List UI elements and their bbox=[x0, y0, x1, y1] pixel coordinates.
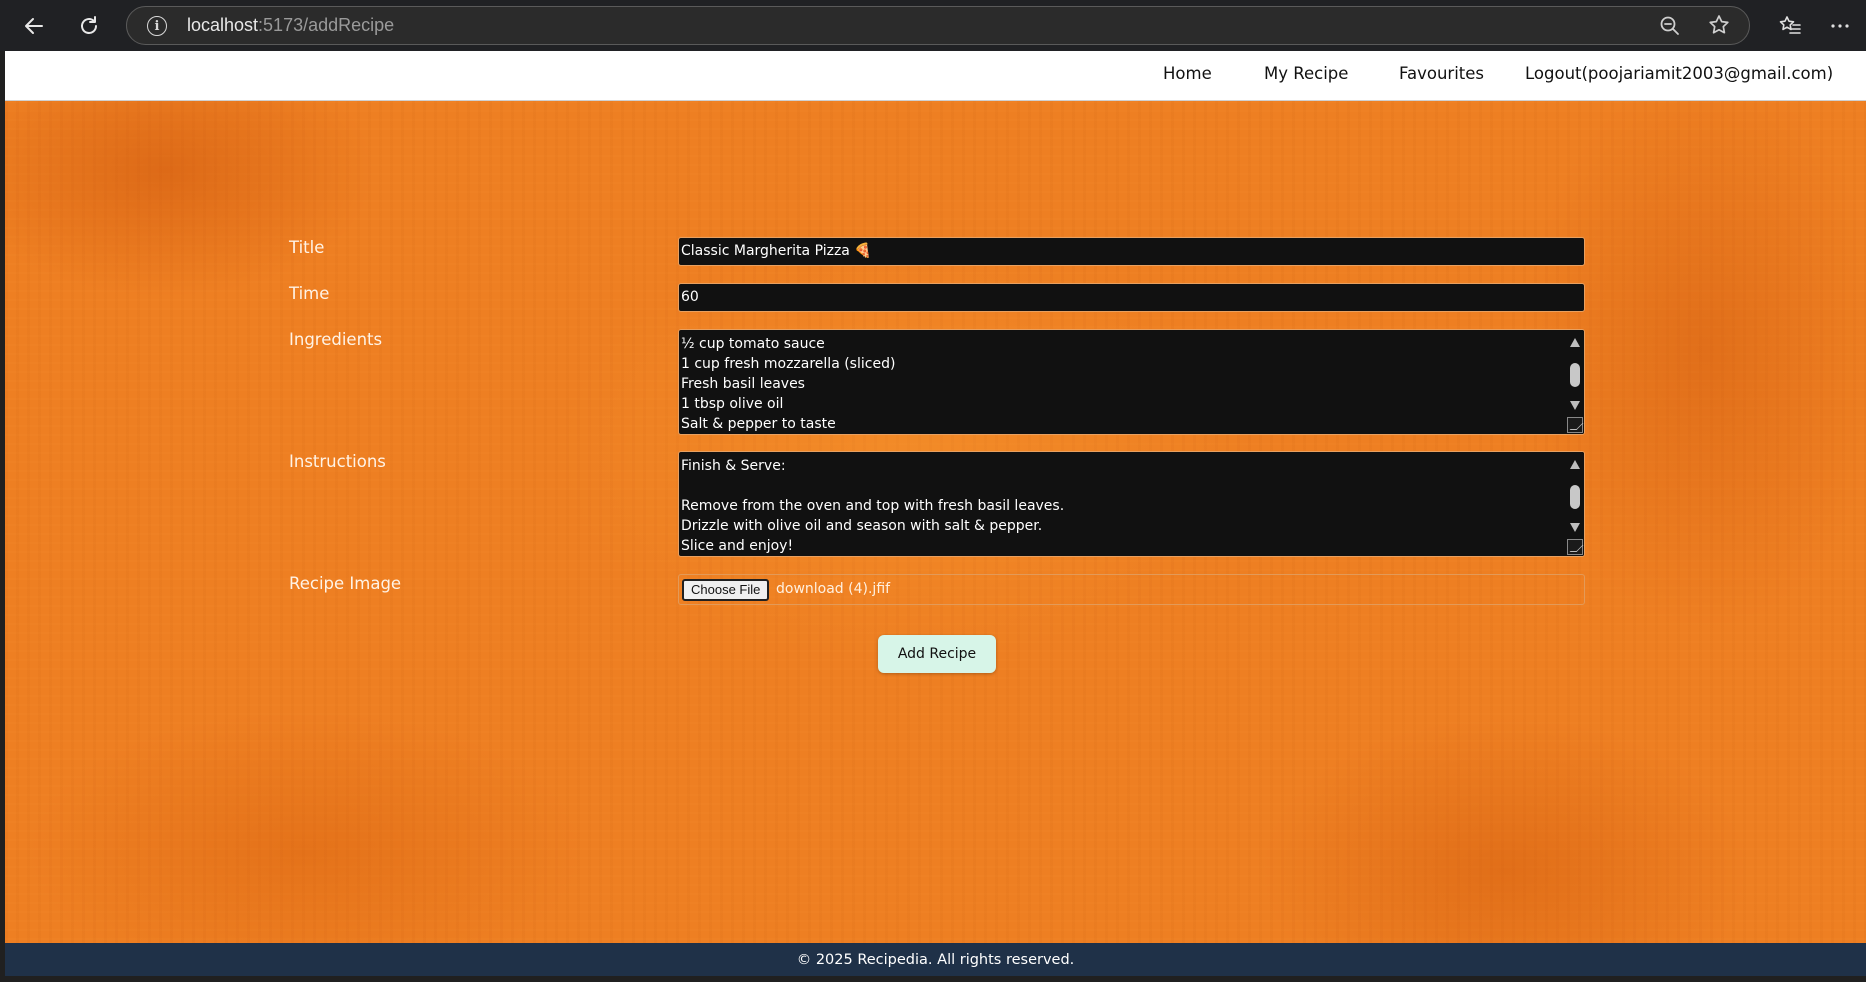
ingredient-line: 1 tbsp olive oil bbox=[681, 396, 784, 412]
resize-handle-icon[interactable] bbox=[1567, 417, 1583, 433]
nav-logout-link[interactable]: Logout(poojariamit2003@gmail.com) bbox=[1525, 64, 1833, 83]
title-input[interactable]: Classic Margherita Pizza 🍕 bbox=[678, 237, 1585, 266]
page-viewport: Home My Recipe Favourites Logout(poojari… bbox=[5, 51, 1866, 976]
ingredient-line: Salt & pepper to taste bbox=[681, 416, 836, 432]
resize-handle-icon[interactable] bbox=[1567, 539, 1583, 555]
more-icon[interactable] bbox=[1822, 8, 1858, 44]
reload-icon[interactable] bbox=[71, 8, 107, 44]
ingredients-label: Ingredients bbox=[289, 330, 383, 349]
url-text[interactable]: localhost:5173/addRecipe bbox=[187, 15, 394, 36]
title-label: Title bbox=[289, 238, 325, 257]
nav-home-link[interactable]: Home bbox=[1163, 64, 1212, 83]
favorites-icon[interactable] bbox=[1772, 8, 1808, 44]
instruction-line: Drizzle with olive oil and season with s… bbox=[681, 518, 1043, 534]
browser-toolbar: i localhost:5173/addRecipe bbox=[0, 0, 1866, 51]
choose-file-button[interactable]: Choose File bbox=[682, 579, 770, 601]
instructions-textarea[interactable]: Finish & Serve: Remove from the oven and… bbox=[678, 451, 1585, 557]
time-input[interactable]: 60 bbox=[678, 283, 1585, 312]
scroll-thumb[interactable] bbox=[1570, 363, 1580, 387]
scroll-thumb[interactable] bbox=[1570, 485, 1580, 509]
top-navbar: Home My Recipe Favourites Logout(poojari… bbox=[5, 51, 1866, 101]
instruction-line bbox=[681, 476, 1582, 496]
instructions-label: Instructions bbox=[289, 452, 386, 471]
ingredient-line: ½ cup tomato sauce bbox=[681, 336, 825, 352]
nav-my-recipe-link[interactable]: My Recipe bbox=[1264, 64, 1348, 83]
ingredient-line: 1 cup fresh mozzarella (sliced) bbox=[681, 356, 896, 372]
page-footer: © 2025 Recipedia. All rights reserved. bbox=[5, 943, 1866, 976]
time-label: Time bbox=[289, 284, 330, 303]
instruction-line: Remove from the oven and top with fresh … bbox=[681, 498, 1065, 514]
scroll-up-arrow-icon[interactable] bbox=[1570, 460, 1580, 469]
zoom-out-icon[interactable] bbox=[1659, 15, 1681, 41]
add-recipe-button[interactable]: Add Recipe bbox=[878, 635, 996, 673]
address-bar[interactable]: i localhost:5173/addRecipe bbox=[126, 6, 1750, 45]
nav-favourites-link[interactable]: Favourites bbox=[1399, 64, 1484, 83]
star-icon[interactable] bbox=[1707, 13, 1731, 41]
info-icon[interactable]: i bbox=[147, 16, 167, 36]
instruction-line: Slice and enjoy! bbox=[681, 538, 794, 554]
scroll-up-arrow-icon[interactable] bbox=[1570, 338, 1580, 347]
scroll-down-arrow-icon[interactable] bbox=[1570, 523, 1580, 532]
recipe-image-label: Recipe Image bbox=[289, 574, 402, 593]
ingredient-line: Fresh basil leaves bbox=[681, 376, 805, 392]
instruction-line: Finish & Serve: bbox=[681, 458, 786, 474]
footer-copyright: © 2025 Recipedia. All rights reserved. bbox=[796, 951, 1075, 968]
ingredients-textarea[interactable]: ½ cup tomato sauce 1 cup fresh mozzarell… bbox=[678, 329, 1585, 435]
selected-file-name: download (4).jfif bbox=[776, 581, 891, 597]
recipe-image-file-input[interactable]: Choose File download (4).jfif bbox=[678, 574, 1585, 605]
scroll-down-arrow-icon[interactable] bbox=[1570, 401, 1580, 410]
back-arrow-icon[interactable] bbox=[16, 8, 52, 44]
